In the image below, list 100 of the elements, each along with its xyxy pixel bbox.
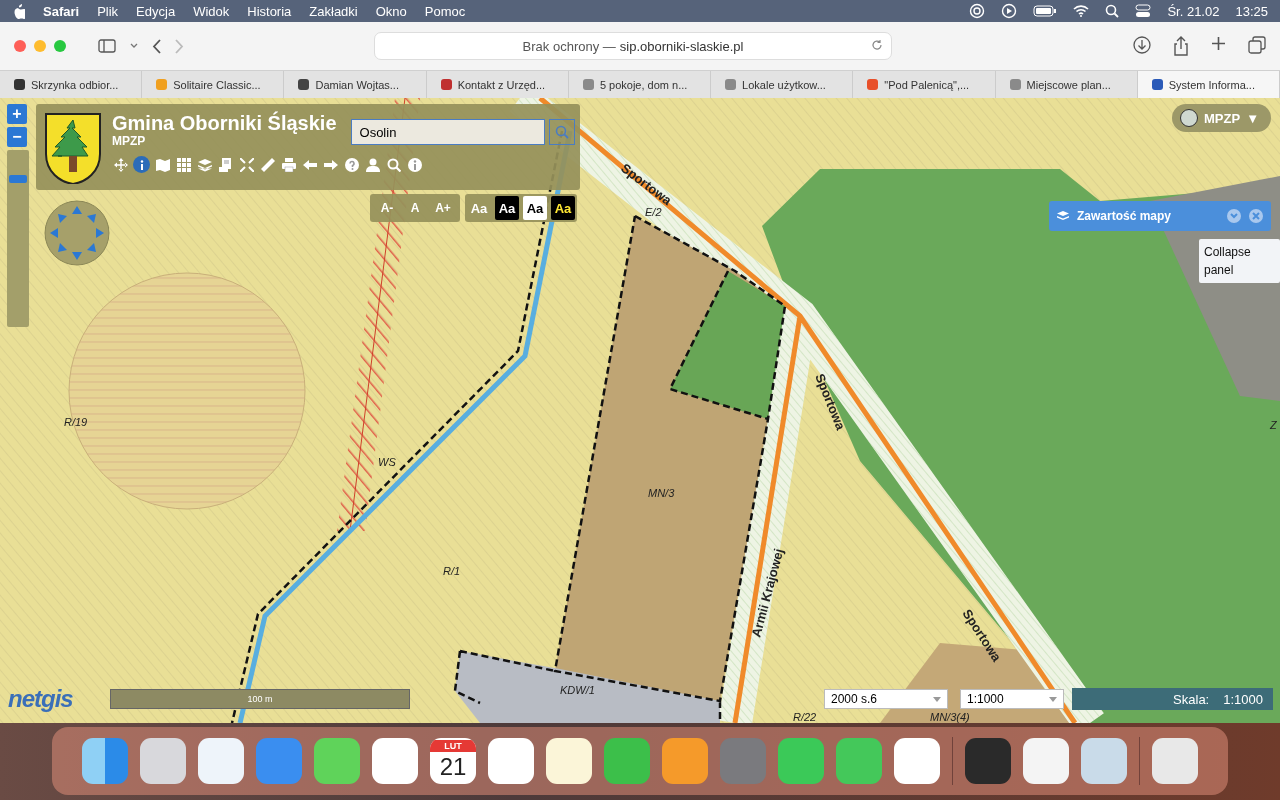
menu-item[interactable]: Plik [97, 3, 119, 19]
calendar-day: 21 [439, 752, 467, 782]
site-subtitle: MPZP [112, 134, 147, 148]
close-button[interactable] [14, 40, 26, 52]
pan-control[interactable] [44, 200, 110, 266]
menu-item[interactable]: Zakładki [309, 3, 358, 19]
contrast-button[interactable]: Aa [523, 196, 547, 220]
zoom-slider[interactable] [7, 150, 29, 327]
tool-button[interactable] [154, 156, 171, 173]
tab-title: Skrzynka odbior... [31, 78, 119, 91]
minimize-button[interactable] [34, 40, 46, 52]
search-field[interactable]: Osolin [350, 119, 545, 145]
arrow-left-icon [302, 157, 317, 172]
layers-icon [1057, 210, 1069, 222]
panel-title: Zawartość mapy [1077, 209, 1173, 223]
menubar-date[interactable]: Śr. 21.02 [1167, 3, 1220, 19]
security-warning: Brak ochrony — [522, 38, 616, 54]
layers-icon [197, 157, 212, 172]
tool-button[interactable] [112, 156, 129, 173]
app-menu[interactable]: Safari [43, 3, 80, 19]
contrast-button[interactable]: Aa [495, 196, 519, 220]
caret-icon: ▼ [1246, 110, 1259, 126]
caret-icon [1049, 696, 1057, 702]
reload-icon[interactable] [871, 39, 883, 51]
zone-label: KDW/1 [560, 684, 595, 696]
wifi-icon[interactable] [1073, 5, 1090, 17]
menu-item[interactable]: Edycja [136, 3, 176, 19]
close-button[interactable] [1249, 209, 1263, 223]
info-icon [407, 157, 422, 172]
map-icon [155, 157, 170, 172]
calendar-icon[interactable]: LUT 21 [430, 738, 476, 784]
zone-label: WS [378, 456, 396, 468]
tooltip: Collapse panel [1199, 239, 1280, 283]
tool-button[interactable] [406, 156, 423, 173]
search-icon [386, 157, 401, 172]
logo[interactable]: netgis [8, 685, 102, 713]
collapse-arrows-icon [239, 157, 254, 172]
share-icon[interactable] [1173, 36, 1189, 56]
tool-button[interactable] [175, 156, 192, 173]
menu-item[interactable]: Historia [247, 3, 292, 19]
airdrop-icon[interactable] [969, 3, 986, 19]
zoom-button[interactable] [54, 40, 66, 52]
slider-thumb[interactable] [9, 175, 27, 183]
ruler-icon [260, 157, 275, 172]
zone-label: MN/3 [648, 487, 675, 499]
select-field[interactable]: 2000 s.6 [824, 689, 948, 709]
close-icon [1252, 212, 1260, 220]
tab-title: Miejscowe plan... [1026, 78, 1111, 91]
battery-icon[interactable] [1033, 5, 1058, 17]
tool-button[interactable] [280, 156, 297, 173]
search-icon[interactable] [1105, 4, 1120, 18]
scale-bar: 100 m [110, 689, 410, 709]
zone-label: R/19 [64, 416, 88, 428]
tool-button[interactable] [385, 156, 402, 173]
menu-item[interactable]: Widok [193, 3, 230, 19]
arrow-right-icon [323, 157, 338, 172]
user-icon [365, 157, 380, 172]
tab-title: 5 pokoje, dom n... [599, 78, 688, 91]
move-arrows-icon [113, 157, 128, 172]
tool-button[interactable] [238, 156, 255, 173]
tabs-overview-icon[interactable] [1248, 36, 1266, 54]
new-tab-icon[interactable] [1211, 36, 1226, 51]
apple-logo-icon[interactable] [12, 3, 25, 19]
select-field[interactable]: 1:1000 [960, 689, 1064, 709]
tool-button[interactable] [133, 156, 150, 173]
tool-button[interactable] [259, 156, 276, 173]
zoom-out-button[interactable]: − [7, 127, 27, 147]
printer-icon [281, 157, 296, 172]
tool-button[interactable] [343, 156, 360, 173]
address-bar[interactable]: Brak ochrony — sip.oborniki-slaskie.pl [374, 32, 892, 60]
collapse-button[interactable] [1227, 209, 1241, 223]
tab-title: Lokale użytkow... [742, 78, 826, 91]
search-icon [554, 125, 569, 139]
caret-icon [933, 696, 941, 702]
tab-title: Kontakt z Urzęd... [457, 78, 546, 91]
coat-of-arms-icon [44, 112, 102, 184]
tab-title: Damian Wojtas... [315, 78, 399, 91]
back-icon[interactable] [152, 38, 161, 54]
tab-title: Solitaire Classic... [173, 78, 261, 91]
scale-value: 1:1000 [1223, 691, 1263, 707]
scale-label: Skala: [1173, 691, 1210, 707]
chevron-down-icon[interactable] [130, 43, 138, 49]
sidebar-icon[interactable] [98, 39, 116, 53]
grid-icon [176, 157, 191, 172]
menu-item[interactable]: Pomoc [424, 3, 466, 19]
play-icon[interactable] [1001, 3, 1018, 19]
control-center-icon[interactable] [1135, 4, 1152, 18]
menu-item[interactable]: Okno [375, 3, 407, 19]
zone-label: R/22 [793, 711, 817, 723]
browser-tab[interactable]: System Informa... [1137, 71, 1280, 98]
select-value: 1:1000 [967, 692, 1004, 706]
menubar-time[interactable]: 13:25 [1235, 3, 1268, 19]
zoom-in-button[interactable]: + [7, 104, 27, 124]
download-icon[interactable] [1133, 36, 1151, 54]
tool-button[interactable] [364, 156, 381, 173]
tab-title: System Informa... [1168, 78, 1255, 91]
contrast-button[interactable]: Aa [551, 196, 575, 220]
tab-title: "Pod Palenicą",... [884, 78, 970, 91]
tool-button[interactable] [196, 156, 213, 173]
forward-icon[interactable] [175, 38, 184, 54]
